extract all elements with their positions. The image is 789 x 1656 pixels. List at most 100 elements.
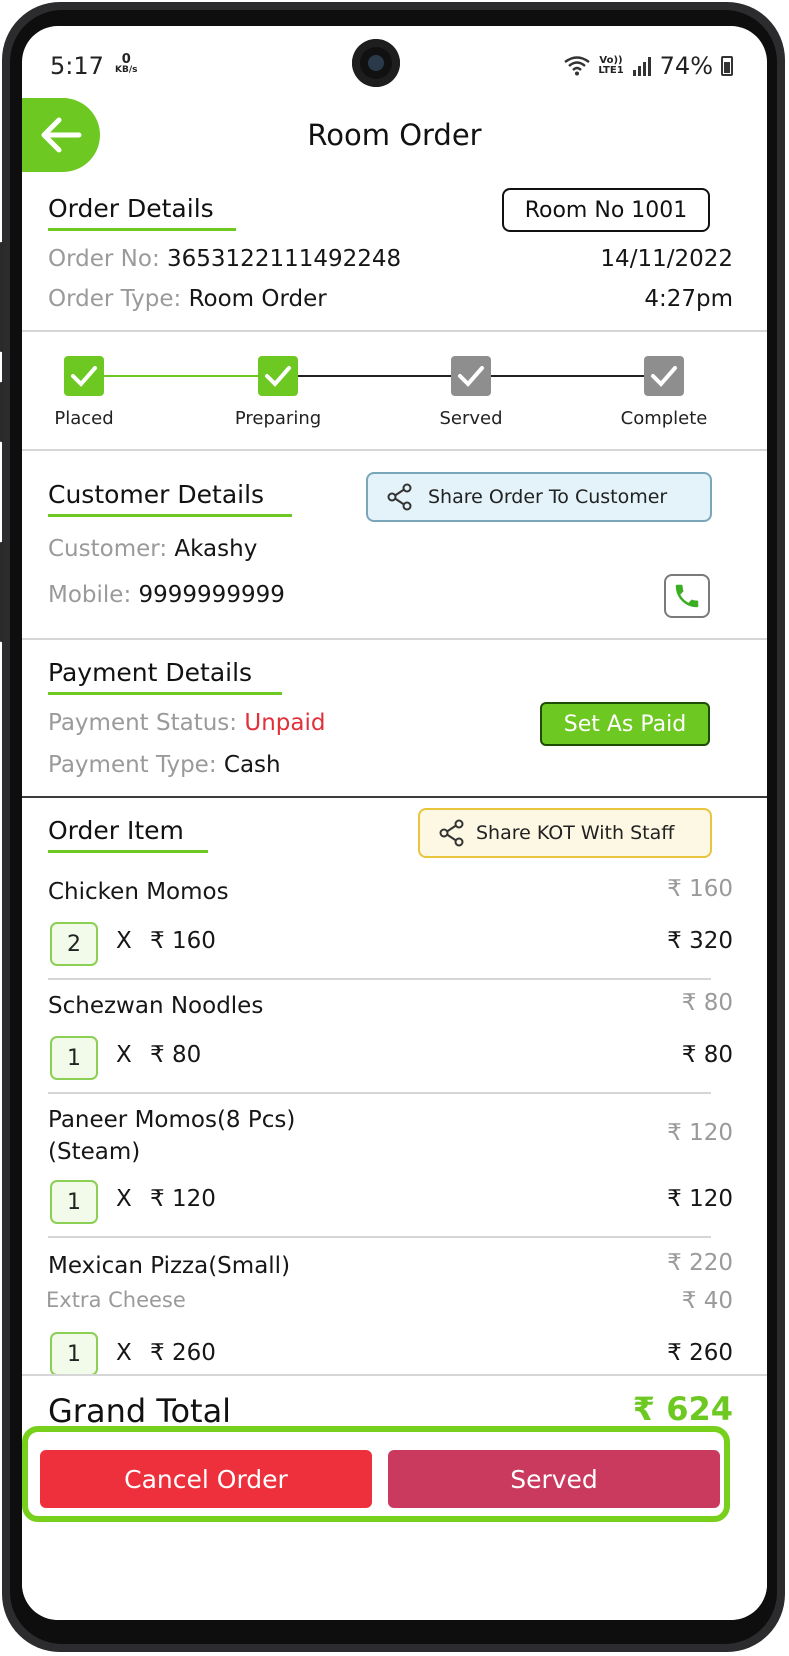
share-kot-with-staff-button[interactable]: Share KOT With Staff	[418, 808, 712, 858]
section-divider	[22, 638, 767, 640]
item-line-total: ₹ 80	[681, 1042, 733, 1068]
item-quantity[interactable]: 1	[50, 1180, 98, 1224]
customer-row: Customer: Akashy	[48, 536, 257, 562]
volte-line2: LTE1	[598, 65, 624, 76]
item-price-each: ₹ 120	[150, 1186, 216, 1212]
network-speed: 0 KB/s	[115, 52, 138, 76]
item-unit-price: ₹ 80	[681, 990, 733, 1016]
item-name-line1: Paneer Momos(8 Pcs)	[48, 1107, 296, 1133]
item-multiply-sign: X	[116, 928, 132, 954]
order-time: 4:27pm	[644, 286, 733, 312]
check-icon	[71, 366, 97, 387]
mobile-row: Mobile: 9999999999	[48, 582, 285, 608]
item-name: Mexican Pizza(Small)	[48, 1253, 291, 1279]
share-icon	[387, 483, 412, 511]
payment-status-row: Payment Status: Unpaid	[48, 710, 325, 736]
item-unit-price: ₹ 160	[667, 876, 733, 902]
item-name-line2: (Steam)	[48, 1139, 141, 1165]
step-served-check	[451, 356, 491, 396]
item-quantity[interactable]: 2	[50, 922, 98, 966]
served-button[interactable]: Served	[388, 1450, 720, 1508]
customer-name: Akashy	[174, 536, 258, 562]
front-camera	[352, 39, 400, 87]
grand-total-label: Grand Total	[48, 1392, 232, 1430]
network-speed-value: 0	[121, 52, 131, 67]
phone-icon	[675, 584, 699, 608]
heading-underline	[48, 850, 208, 853]
share-order-to-customer-button[interactable]: Share Order To Customer	[366, 472, 712, 522]
step-preparing-check	[258, 356, 298, 396]
grand-total-value: ₹ 624	[632, 1390, 733, 1428]
status-time: 5:17	[50, 52, 104, 80]
item-divider	[48, 1236, 711, 1238]
room-number-badge: Room No 1001	[502, 188, 710, 232]
step-label-placed: Placed	[54, 408, 114, 429]
step-label-preparing: Preparing	[234, 408, 322, 429]
item-multiply-sign: X	[116, 1186, 132, 1212]
battery-percent: 74%	[659, 52, 713, 80]
cancel-order-button[interactable]: Cancel Order	[40, 1450, 372, 1508]
section-divider	[22, 796, 767, 798]
payment-type-row: Payment Type: Cash	[48, 752, 281, 778]
share-kot-label: Share KOT With Staff	[476, 822, 675, 844]
item-name: Paneer Momos(8 Pcs) (Steam)	[48, 1104, 295, 1168]
payment-status-label: Payment Status:	[48, 710, 238, 736]
call-customer-button[interactable]	[664, 574, 710, 618]
item-addon: Extra Cheese	[46, 1288, 186, 1312]
item-line-total: ₹ 260	[667, 1340, 733, 1366]
item-unit-price: ₹ 220	[667, 1250, 733, 1276]
share-order-label: Share Order To Customer	[428, 486, 668, 508]
item-divider	[48, 1092, 711, 1094]
order-type-value: Room Order	[188, 286, 327, 312]
set-as-paid-button[interactable]: Set As Paid	[540, 702, 710, 746]
order-type-row: Order Type: Room Order	[48, 286, 327, 312]
progress-line-done	[84, 375, 278, 377]
item-line-total: ₹ 320	[667, 928, 733, 954]
item-quantity[interactable]: 1	[50, 1036, 98, 1080]
order-item-heading: Order Item	[48, 816, 184, 845]
item-quantity[interactable]: 1	[50, 1332, 98, 1376]
customer-details-heading: Customer Details	[48, 480, 265, 509]
order-details-heading: Order Details	[48, 194, 214, 223]
status-icons: Vo)) LTE1 74%	[564, 52, 733, 80]
section-divider	[22, 449, 767, 451]
customer-label: Customer:	[48, 536, 168, 562]
signal-icon	[632, 57, 651, 76]
share-icon	[439, 819, 464, 847]
item-addon-price: ₹ 40	[681, 1288, 733, 1314]
wifi-icon	[564, 56, 591, 76]
payment-status-value: Unpaid	[244, 710, 326, 736]
item-line-total: ₹ 120	[667, 1186, 733, 1212]
page-title: Room Order	[307, 118, 482, 152]
order-no-label: Order No:	[48, 246, 160, 272]
payment-details-heading: Payment Details	[48, 658, 253, 687]
item-divider	[48, 978, 711, 980]
item-name: Chicken Momos	[48, 879, 229, 905]
section-divider	[22, 330, 767, 332]
section-divider	[22, 1374, 767, 1376]
check-icon	[265, 366, 291, 387]
item-multiply-sign: X	[116, 1340, 132, 1366]
network-speed-unit: KB/s	[115, 65, 138, 75]
item-price-each: ₹ 80	[150, 1042, 202, 1068]
battery-icon	[721, 56, 733, 76]
order-no-row: Order No: 3653122111492248	[48, 246, 401, 272]
payment-type-value: Cash	[223, 752, 281, 778]
order-no-value: 3653122111492248	[167, 246, 402, 272]
step-label-complete: Complete	[620, 408, 708, 429]
order-type-label: Order Type:	[48, 286, 182, 312]
check-icon	[651, 366, 677, 387]
bixby-button	[0, 382, 4, 442]
item-price-each: ₹ 260	[150, 1340, 216, 1366]
power-button	[0, 542, 4, 642]
heading-underline	[48, 514, 292, 517]
step-complete-check	[644, 356, 684, 396]
volte-icon: Vo)) LTE1	[598, 56, 623, 76]
mobile-number: 9999999999	[138, 582, 285, 608]
heading-underline	[48, 228, 236, 231]
action-bar: Cancel Order Served	[22, 1426, 730, 1522]
step-label-served: Served	[439, 408, 503, 429]
heading-underline	[48, 692, 282, 695]
item-multiply-sign: X	[116, 1042, 132, 1068]
status-bar: 5:17 0 KB/s Vo)) LTE1 74%	[22, 26, 767, 96]
